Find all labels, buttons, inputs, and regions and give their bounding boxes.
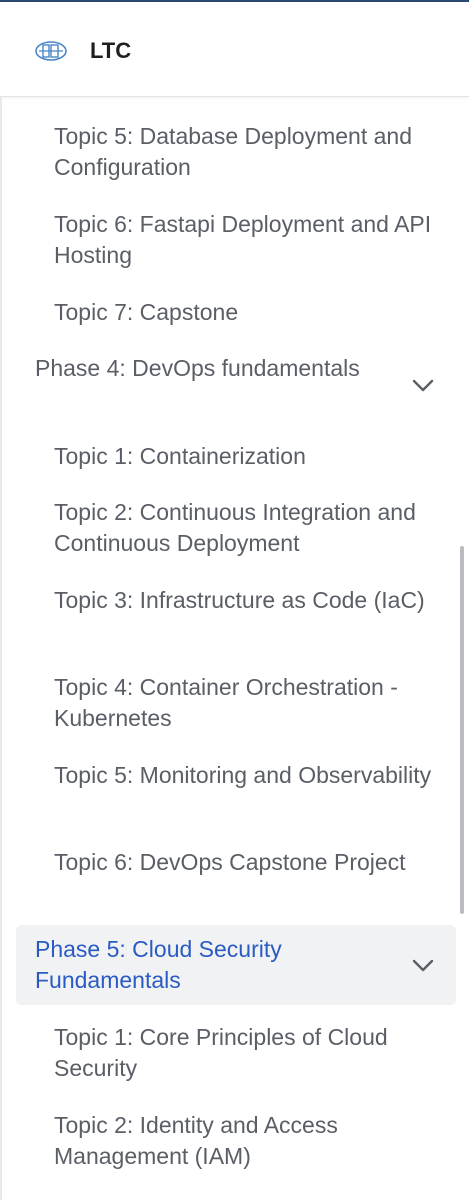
phase-4-header[interactable]: Phase 4: DevOps fundamentals <box>16 350 456 424</box>
topic-item[interactable]: Topic 2: Identity and Access Management … <box>54 1110 444 1172</box>
topic-item[interactable]: Topic 1: Containerization <box>54 441 444 472</box>
topic-item[interactable]: Topic 2: Continuous Integration and Cont… <box>54 497 444 559</box>
phase-label: Phase 4: DevOps fundamentals <box>35 355 360 381</box>
topic-item[interactable]: Topic 1: Core Principles of Cloud Securi… <box>54 1022 444 1084</box>
app-title: LTC <box>90 38 132 63</box>
phase-5-header[interactable]: Phase 5: Cloud Security Fundamentals <box>16 925 456 1005</box>
phase-label: Phase 5: Cloud Security Fundamentals <box>35 936 282 993</box>
topic-item[interactable]: Topic 4: Container Orchestration - Kuber… <box>54 672 444 734</box>
chevron-down-icon[interactable] <box>410 952 436 978</box>
topic-item[interactable]: Topic 5: Monitoring and Observability <box>54 760 444 791</box>
sidebar-nav: Topic 5: Database Deployment and Configu… <box>0 96 469 1200</box>
ltc-logo-icon[interactable] <box>34 38 68 64</box>
topic-item[interactable]: Topic 3: Infrastructure as Code (IaC) <box>54 585 444 616</box>
topic-item[interactable]: Topic 6: DevOps Capstone Project <box>54 847 444 878</box>
scrollbar-thumb[interactable] <box>460 546 464 914</box>
topic-item[interactable]: Topic 6: Fastapi Deployment and API Host… <box>54 209 444 271</box>
topic-item[interactable]: Topic 5: Database Deployment and Configu… <box>54 121 444 183</box>
app-header: LTC <box>0 2 469 97</box>
topic-item[interactable]: Topic 7: Capstone <box>54 297 444 328</box>
chevron-down-icon[interactable] <box>410 372 436 398</box>
